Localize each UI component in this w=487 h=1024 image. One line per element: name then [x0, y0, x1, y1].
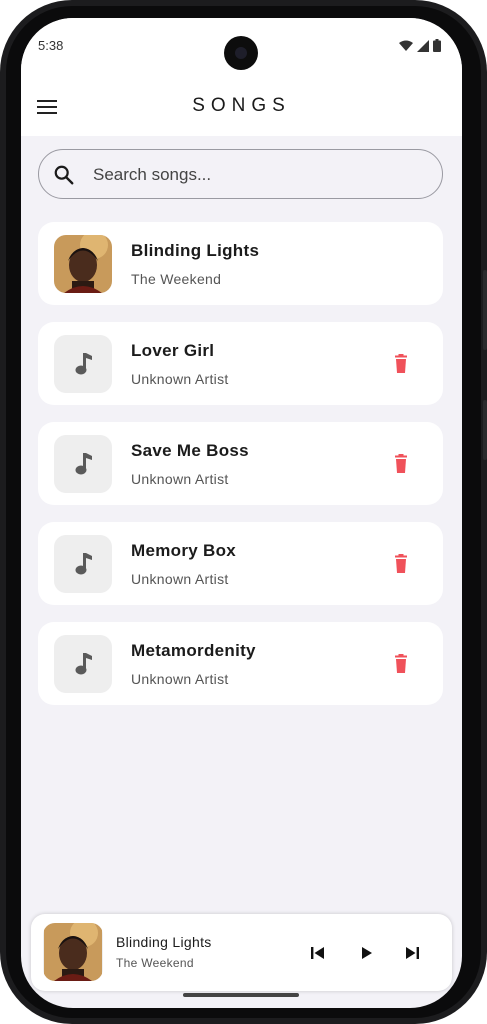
page-title: SONGS	[192, 95, 291, 116]
song-artist: The Weekend	[131, 271, 222, 287]
music-note-icon	[54, 535, 112, 593]
device-frame: 5:38 SONGS Search songs... Blinding Ligh…	[0, 0, 487, 1024]
song-item[interactable]: Lover Girl Unknown Artist	[38, 322, 443, 405]
song-title: Save Me Boss	[131, 441, 249, 460]
battery-icon	[433, 39, 441, 52]
status-time: 5:38	[38, 38, 64, 53]
skip-previous-icon[interactable]	[307, 942, 329, 964]
music-note-icon	[54, 435, 112, 493]
music-note-icon	[54, 635, 112, 693]
music-note-icon	[54, 335, 112, 393]
skip-next-icon[interactable]	[401, 942, 423, 964]
app-screen: 5:38 SONGS Search songs... Blinding Ligh…	[21, 18, 462, 1008]
song-artist: Unknown Artist	[131, 571, 229, 587]
front-camera	[224, 36, 258, 70]
song-title: Lover Girl	[131, 341, 215, 360]
song-list: Blinding Lights The Weekend Lover Girl U…	[38, 222, 443, 722]
now-playing-artist: The Weekend	[116, 956, 194, 970]
song-item[interactable]: Metamordenity Unknown Artist	[38, 622, 443, 705]
song-title: Memory Box	[131, 541, 237, 560]
delete-icon[interactable]	[389, 452, 413, 476]
delete-icon[interactable]	[389, 552, 413, 576]
song-artist: Unknown Artist	[131, 471, 229, 487]
app-header: 5:38 SONGS	[21, 18, 462, 136]
song-title: Metamordenity	[131, 641, 256, 660]
now-playing-title: Blinding Lights	[116, 934, 212, 950]
search-input[interactable]	[93, 162, 423, 188]
power-button	[483, 400, 487, 460]
album-art	[43, 923, 103, 981]
song-artist: Unknown Artist	[131, 671, 229, 687]
song-item[interactable]: Memory Box Unknown Artist	[38, 522, 443, 605]
album-art	[54, 235, 112, 293]
home-indicator[interactable]	[183, 993, 299, 997]
song-artist: Unknown Artist	[131, 371, 229, 387]
volume-button	[483, 270, 487, 350]
song-title: Blinding Lights	[131, 241, 260, 260]
song-item[interactable]: Blinding Lights The Weekend	[38, 222, 443, 305]
delete-icon[interactable]	[389, 352, 413, 376]
search-icon	[54, 165, 74, 185]
play-icon[interactable]	[355, 942, 377, 964]
search-bar[interactable]	[38, 149, 443, 199]
signal-icon	[417, 39, 429, 52]
song-item[interactable]: Save Me Boss Unknown Artist	[38, 422, 443, 505]
delete-icon[interactable]	[389, 652, 413, 676]
wifi-icon	[399, 40, 413, 51]
now-playing-bar[interactable]: Blinding Lights The Weekend	[31, 914, 452, 991]
status-icons	[399, 39, 441, 52]
